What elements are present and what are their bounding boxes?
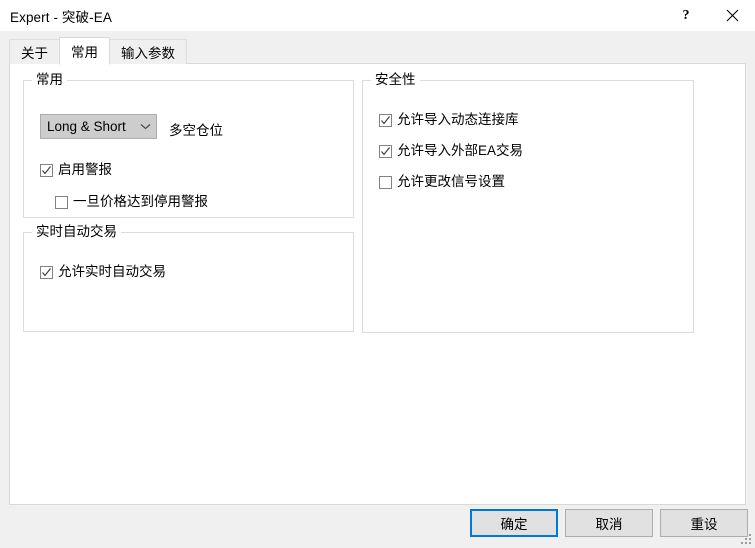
checkbox-allow-live-autotrading[interactable]: 允许实时自动交易 [40, 264, 166, 280]
checkbox-enable-alerts[interactable]: 启用警报 [40, 162, 112, 178]
checkbox-allow-signal-setting-changes[interactable]: 允许更改信号设置 [379, 174, 505, 190]
tab-strip: 关于 常用 输入参数 [9, 36, 187, 65]
checkbox-disable-alert-on-price[interactable]: 一旦价格达到停用警报 [55, 194, 208, 210]
help-button[interactable]: ? [663, 0, 709, 31]
checkbox-label: 启用警报 [58, 162, 112, 177]
group-security: 安全性 允许导入动态连接库 允许导入外部EA交易 允许更改信号设置 [362, 72, 694, 333]
checkbox-label: 一旦价格达到停用警报 [73, 194, 208, 209]
tab-content-panel: 常用 Long & Short 多空仓位 启用警报 一旦价格达到停用警报 实时自… [9, 63, 746, 505]
position-mode-label: 多空仓位 [169, 123, 223, 138]
ok-button[interactable]: 确定 [470, 509, 558, 537]
checkbox-allow-external-ea-imports[interactable]: 允许导入外部EA交易 [379, 143, 523, 159]
chevron-down-icon [134, 115, 156, 138]
group-security-title: 安全性 [371, 72, 420, 88]
checkbox-label: 允许实时自动交易 [58, 264, 166, 279]
checkmark-icon [381, 146, 390, 155]
checkbox-box [40, 163, 53, 177]
window-title: Expert - 突破-EA [10, 10, 112, 25]
group-live-autotrading-title: 实时自动交易 [32, 224, 121, 240]
cancel-button[interactable]: 取消 [565, 509, 653, 537]
tab-about[interactable]: 关于 [9, 39, 60, 64]
position-mode-value: Long & Short [47, 119, 126, 134]
tab-inputs[interactable]: 输入参数 [109, 39, 187, 64]
checkbox-box [379, 144, 392, 158]
help-icon: ? [682, 7, 690, 23]
title-bar: Expert - 突破-EA ? [0, 0, 755, 31]
close-icon [726, 9, 738, 22]
checkbox-allow-dll-imports[interactable]: 允许导入动态连接库 [379, 112, 519, 128]
checkbox-label: 允许导入外部EA交易 [397, 143, 524, 158]
position-mode-combobox[interactable]: Long & Short [40, 114, 157, 139]
checkbox-box [379, 175, 392, 189]
checkmark-icon [381, 115, 390, 124]
expert-settings-dialog: Expert - 突破-EA ? 关于 常用 输入参数 常用 Long & Sh… [0, 0, 755, 548]
group-general: 常用 Long & Short 多空仓位 启用警报 一旦价格达到停用警报 [23, 72, 354, 218]
checkbox-label: 允许更改信号设置 [397, 174, 505, 189]
checkbox-box [40, 265, 53, 279]
group-general-title: 常用 [32, 72, 67, 88]
close-button[interactable] [709, 0, 755, 31]
checkbox-box [55, 195, 68, 209]
caption-button-group: ? [663, 0, 755, 31]
checkbox-box [379, 113, 392, 127]
checkmark-icon [42, 165, 51, 174]
group-live-autotrading: 实时自动交易 允许实时自动交易 [23, 224, 354, 332]
checkbox-label: 允许导入动态连接库 [397, 112, 519, 127]
resize-grip-icon[interactable] [740, 533, 752, 545]
reset-button[interactable]: 重设 [660, 509, 748, 537]
checkmark-icon [42, 267, 51, 276]
tab-common[interactable]: 常用 [59, 37, 110, 65]
